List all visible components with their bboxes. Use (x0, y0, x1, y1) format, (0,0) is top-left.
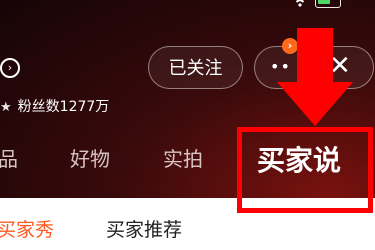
fans-count-text: 粉丝数1277万 (17, 99, 110, 115)
wifi-icon (295, 0, 305, 7)
fans-count-row: ★ 粉丝数1277万 (0, 96, 109, 116)
tab-real-shots-label: 实拍 (163, 147, 203, 171)
subtab-buyer-show-label: 买家秀 (0, 219, 55, 241)
chevron-right-circle-icon[interactable]: › (0, 58, 20, 78)
tab-products[interactable]: 品 (0, 143, 18, 172)
annotation-highlight-box (237, 127, 373, 213)
status-bar (245, 0, 375, 12)
tab-products-label: 品 (0, 147, 18, 171)
battery-charging-icon (315, 0, 341, 8)
follow-button-label: 已关注 (168, 58, 223, 79)
star-icon: ★ (0, 100, 12, 115)
follow-button[interactable]: 已关注 (148, 46, 243, 89)
subtab-buyer-recommend[interactable]: 买家推荐 (106, 215, 182, 242)
tab-good-items-label: 好物 (70, 147, 110, 171)
down-arrow-icon (277, 28, 353, 126)
tab-real-shots[interactable]: 实拍 (163, 143, 203, 172)
tab-good-items[interactable]: 好物 (70, 143, 110, 172)
subtab-buyer-recommend-label: 买家推荐 (106, 219, 183, 241)
app-screen: › 已关注 •• ✕ › ★ 粉丝数1277万 品 好物 实拍 买家说 买家秀 … (0, 0, 375, 250)
subtab-buyer-show[interactable]: 买家秀 (0, 215, 54, 242)
